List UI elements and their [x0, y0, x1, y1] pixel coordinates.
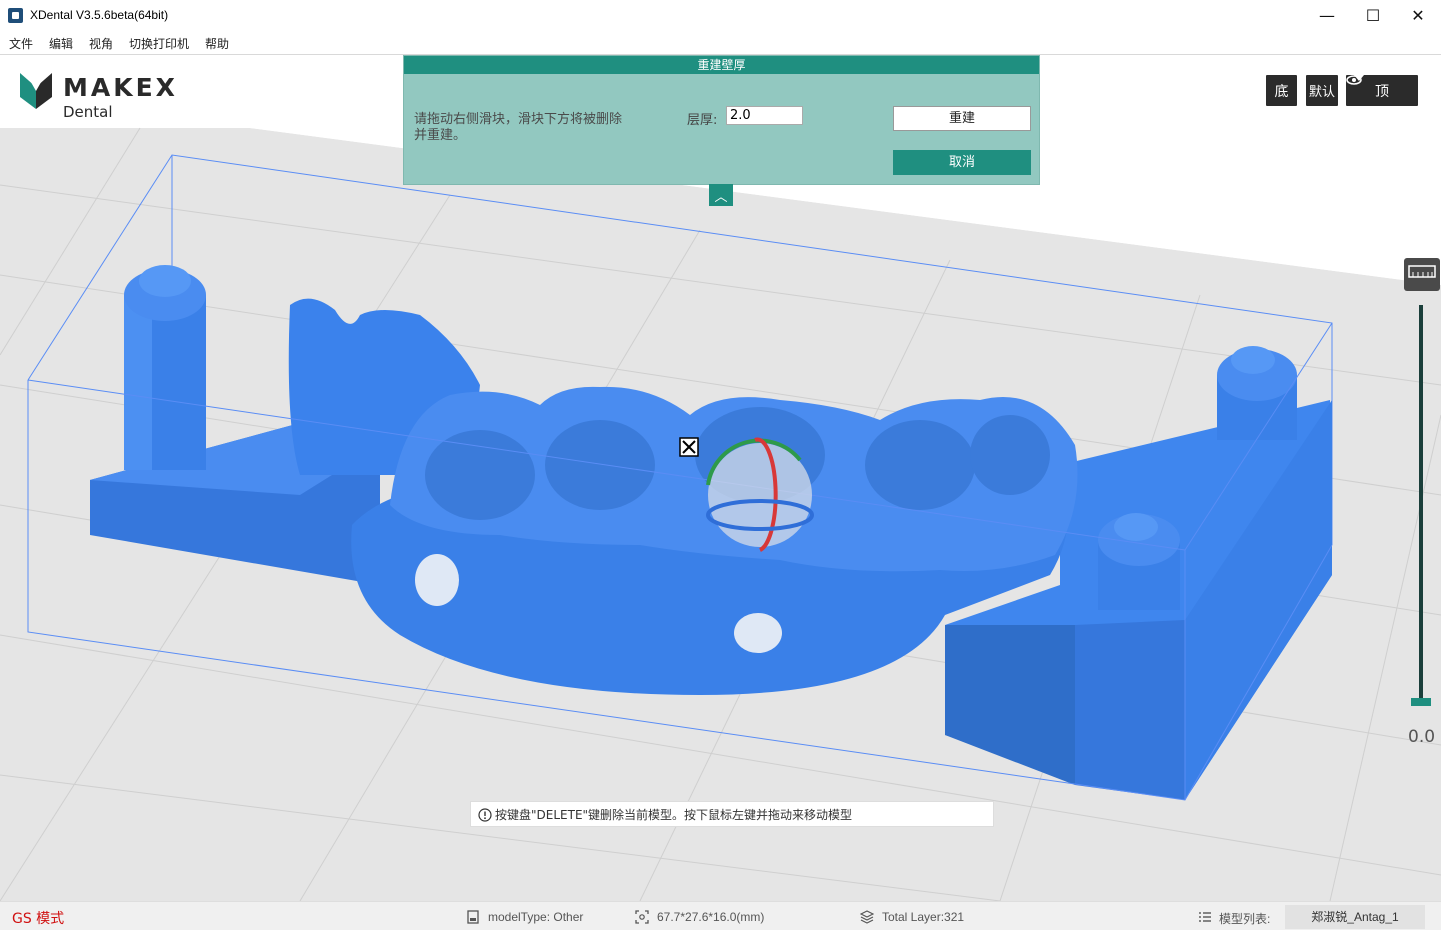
slider-value: 0.0 [1408, 727, 1436, 747]
hint-tooltip: 按键盘"DELETE"键删除当前模型。按下鼠标左键并拖动来移动模型 [470, 801, 994, 827]
chevron-down-icon [1354, 75, 1364, 81]
total-layer: Total Layer:321 [882, 910, 965, 924]
app-icon [8, 8, 23, 23]
close-button[interactable]: ✕ [1395, 0, 1441, 31]
dimensions-icon [635, 910, 649, 924]
logo-text: MAKEX [63, 73, 178, 102]
gs-mode-label: GS 模式 [12, 911, 65, 927]
model-list-selector[interactable]: 郑淑锐_Antag_1 [1285, 905, 1425, 929]
menu-edit[interactable]: 编辑 [49, 35, 73, 52]
3d-viewport[interactable]: MAKEX Dental 重建壁厚 请拖动右侧滑块，滑块下方将被删除并重建。 层… [0, 55, 1441, 901]
makex-logo-mark [20, 73, 52, 109]
maximize-button[interactable]: ☐ [1350, 0, 1396, 31]
view-bottom-button[interactable]: 底 [1266, 75, 1297, 106]
panel-title: 重建壁厚 [404, 56, 1039, 74]
model-hole-1 [415, 554, 459, 606]
menu-bar: 文件 编辑 视角 切换打印机 帮助 [0, 31, 1441, 55]
status-bar: GS 模式 modelType: Other 67.7*27.6*16.0(mm… [0, 901, 1441, 930]
view-default-button[interactable]: 默认 [1306, 75, 1338, 106]
menu-view[interactable]: 视角 [89, 35, 113, 52]
chevron-up-icon: ︿ [714, 189, 728, 205]
model-hole-2 [734, 613, 782, 653]
title-bar: XDental V3.5.6beta(64bit) — ☐ ✕ [0, 0, 1441, 31]
minimize-button[interactable]: — [1304, 0, 1350, 31]
cancel-button[interactable]: 取消 [893, 150, 1031, 175]
model-type-icon [467, 910, 479, 924]
panel-instruction: 请拖动右侧滑块，滑块下方将被删除并重建。 [414, 112, 623, 143]
info-icon [478, 808, 492, 822]
slider-top-handle[interactable] [1404, 258, 1440, 291]
layer-thickness-label: 层厚: [687, 113, 718, 128]
makex-logo: MAKEX Dental [20, 71, 190, 121]
view-top-dropdown[interactable]: 顶 [1346, 75, 1418, 106]
layer-slider-knob[interactable] [1411, 698, 1431, 706]
window-title: XDental V3.5.6beta(64bit) [30, 8, 169, 22]
move-cursor-icon [679, 437, 699, 457]
menu-switch-printer[interactable]: 切换打印机 [129, 35, 189, 52]
ruler-icon [1408, 265, 1436, 278]
model-list-label: 模型列表: [1219, 912, 1271, 926]
model-dimensions: 67.7*27.6*16.0(mm) [657, 910, 765, 924]
menu-help[interactable]: 帮助 [205, 35, 229, 52]
list-icon [1199, 912, 1211, 922]
layers-icon [860, 910, 874, 924]
logo-subtitle: Dental [63, 103, 113, 121]
rebuild-thickness-panel: 重建壁厚 请拖动右侧滑块，滑块下方将被删除并重建。 层厚: 重建 取消 [403, 55, 1040, 185]
layer-slider-track[interactable] [1419, 305, 1423, 703]
collapse-panel-button[interactable]: ︿ [709, 184, 733, 206]
model-type: modelType: Other [488, 910, 584, 924]
menu-file[interactable]: 文件 [9, 35, 33, 52]
rebuild-button[interactable]: 重建 [893, 106, 1031, 131]
layer-thickness-input[interactable] [726, 106, 803, 125]
hint-text: 按键盘"DELETE"键删除当前模型。按下鼠标左键并拖动来移动模型 [495, 808, 853, 822]
